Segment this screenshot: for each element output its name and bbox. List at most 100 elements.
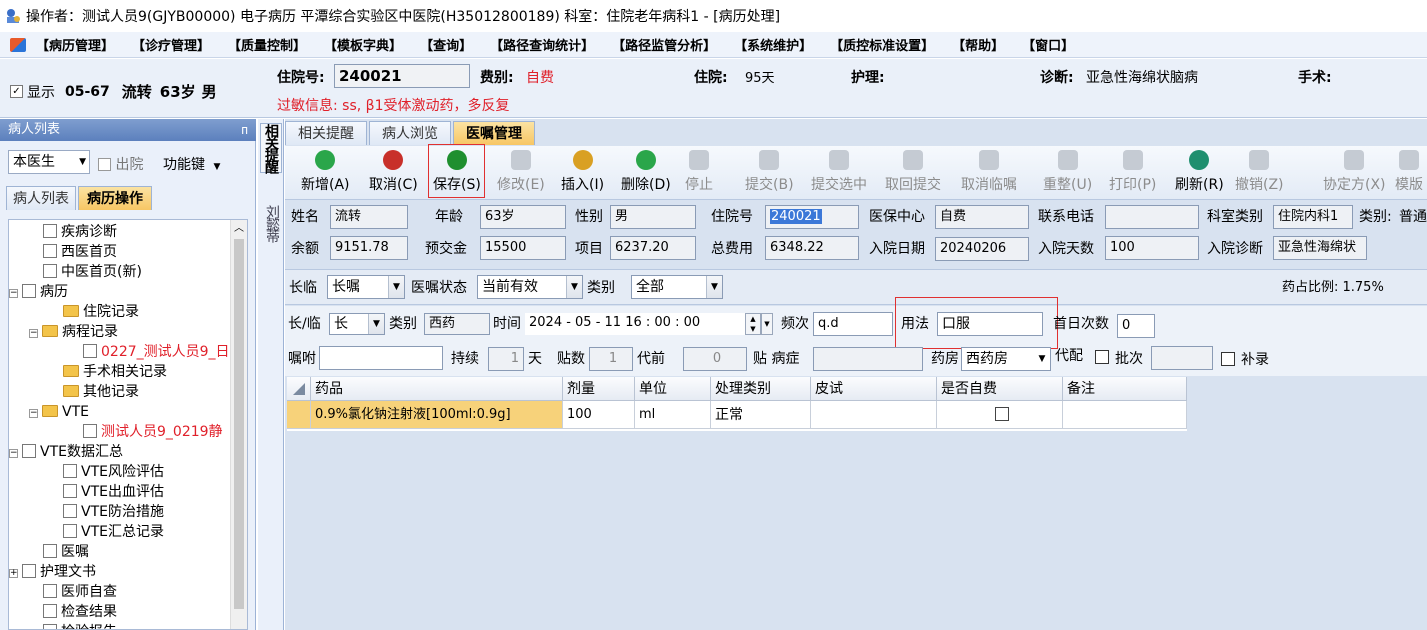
tree-node[interactable]: 医师自查 xyxy=(43,582,117,602)
toolbar-button-7[interactable]: 提交(B) xyxy=(745,150,794,194)
tree-node[interactable]: 检验报告 xyxy=(43,622,117,629)
tab-reminders[interactable]: 相关提醒 xyxy=(285,121,367,145)
tree-node[interactable]: VTE出血评估 xyxy=(63,482,164,502)
collapse-icon[interactable]: − xyxy=(9,289,18,298)
tree-node[interactable]: 0227_测试人员9_日 xyxy=(83,342,230,362)
toolbar-button-6[interactable]: 停止 xyxy=(685,150,713,194)
scrollbar-thumb[interactable] xyxy=(234,239,244,609)
col-unit[interactable]: 单位 xyxy=(635,377,711,401)
menu-item-3[interactable]: 【模板字典】 xyxy=(324,35,402,54)
tree-node[interactable]: 测试人员9_0219静 xyxy=(83,422,223,442)
menu-item-0[interactable]: 【病历管理】 xyxy=(36,35,114,54)
tab-browse[interactable]: 病人浏览 xyxy=(369,121,451,145)
toolbar-button-4[interactable]: 插入(I) xyxy=(561,150,604,194)
time-field[interactable]: 2024 - 05 - 11 16 : 00 : 00 xyxy=(525,313,745,335)
tab-record-ops[interactable]: 病历操作 xyxy=(78,186,152,210)
menu-item-10[interactable]: 【窗口】 xyxy=(1022,35,1074,54)
menu-item-1[interactable]: 【诊疗管理】 xyxy=(132,35,210,54)
pin-icon[interactable]: ᴨ xyxy=(241,119,248,141)
toolbar-button-8[interactable]: 提交选中 xyxy=(811,150,867,194)
tree-node[interactable]: − VTE数据汇总 xyxy=(9,442,123,462)
toolbar-button-12[interactable]: 打印(P) xyxy=(1109,150,1156,194)
vtab-reminder[interactable]: 相关提醒 xyxy=(260,123,282,173)
toolbar-button-13[interactable]: 刷新(R) xyxy=(1175,150,1224,194)
tree-node[interactable]: VTE防治措施 xyxy=(63,502,164,522)
col-skin[interactable]: 皮试 xyxy=(811,377,937,401)
cell-dose[interactable]: 100 xyxy=(563,401,635,429)
note-field[interactable] xyxy=(319,346,443,370)
menu-item-4[interactable]: 【查询】 xyxy=(420,35,472,54)
expand-icon[interactable]: + xyxy=(9,569,18,578)
tree-node[interactable]: 医嘱 xyxy=(43,542,89,562)
tree-scrollbar[interactable]: ︿ xyxy=(230,220,247,629)
decoct-field[interactable]: 0 xyxy=(683,347,747,371)
menu-item-2[interactable]: 【质量控制】 xyxy=(228,35,306,54)
tree-node[interactable]: VTE风险评估 xyxy=(63,462,164,482)
toolbar-button-16[interactable]: 模版 xyxy=(1395,150,1423,194)
status-select[interactable]: 当前有效 ▼ xyxy=(477,275,583,299)
toolbar-button-1[interactable]: 取消(C) xyxy=(369,150,418,194)
discharged-checkbox[interactable]: 出院 xyxy=(98,154,143,174)
cell-self[interactable] xyxy=(937,401,1063,429)
show-checkbox[interactable]: ✓ xyxy=(10,85,23,98)
menu-item-8[interactable]: 【质控标准设置】 xyxy=(830,35,934,54)
toolbar-button-11[interactable]: 重整(U) xyxy=(1043,150,1092,194)
tree-node[interactable]: 其他记录 xyxy=(63,382,139,402)
lt-select[interactable]: 长 ▼ xyxy=(329,313,385,335)
row-selector[interactable] xyxy=(287,401,311,429)
type-select[interactable]: 全部 ▼ xyxy=(631,275,723,299)
toolbar-button-14[interactable]: 撤销(Z) xyxy=(1235,150,1284,194)
col-self[interactable]: 是否自费 xyxy=(937,377,1063,401)
collapse-icon[interactable]: − xyxy=(9,449,18,458)
tree-node[interactable]: 手术相关记录 xyxy=(63,362,167,382)
menu-item-5[interactable]: 【路径查询统计】 xyxy=(490,35,594,54)
vtab-doctor[interactable]: 刘懿蒂 xyxy=(260,205,282,241)
col-note[interactable]: 备注 xyxy=(1063,377,1187,401)
tree-node[interactable]: 检查结果 xyxy=(43,602,117,622)
freq-field[interactable]: q.d xyxy=(813,312,893,336)
toolbar-button-5[interactable]: 删除(D) xyxy=(621,150,671,194)
menu-item-7[interactable]: 【系统维护】 xyxy=(734,35,812,54)
toolbar-button-2[interactable]: 保存(S) xyxy=(433,150,481,194)
tree-node[interactable]: VTE汇总记录 xyxy=(63,522,164,542)
cell-proc[interactable]: 正常 xyxy=(711,401,811,429)
col-proc[interactable]: 处理类别 xyxy=(711,377,811,401)
disease-field[interactable] xyxy=(813,347,923,371)
pharmacy-select[interactable]: 西药房 ▼ xyxy=(961,347,1051,371)
toolbar-button-0[interactable]: 新增(A) xyxy=(301,150,350,194)
collapse-icon[interactable]: − xyxy=(29,329,38,338)
toolbar-button-15[interactable]: 协定方(X) xyxy=(1323,150,1386,194)
tab-orders[interactable]: 医嘱管理 xyxy=(453,121,535,145)
time-spinner[interactable]: ▲ ▼ xyxy=(745,313,761,335)
collapse-icon[interactable]: − xyxy=(29,409,38,418)
cell-note[interactable] xyxy=(1063,401,1187,429)
batch-field[interactable] xyxy=(1151,346,1213,370)
cell-unit[interactable]: ml xyxy=(635,401,711,429)
col-drug[interactable]: 药品 xyxy=(311,377,563,401)
tree-node[interactable]: 住院记录 xyxy=(63,302,139,322)
tab-patient-list[interactable]: 病人列表 xyxy=(6,186,76,210)
batch-checkbox[interactable] xyxy=(1095,350,1109,366)
tree-node[interactable]: 西医首页 xyxy=(43,242,117,262)
tree-node[interactable]: − 病历 xyxy=(9,282,68,302)
tree-node[interactable]: + 护理文书 xyxy=(9,562,96,582)
long-select[interactable]: 长嘱 ▼ xyxy=(327,275,405,299)
chevron-down-icon[interactable]: ▼ xyxy=(761,313,773,335)
duration-field[interactable]: 1 xyxy=(488,347,524,371)
self-pay-checkbox[interactable] xyxy=(994,407,1009,421)
toolbar-button-9[interactable]: 取回提交 xyxy=(885,150,941,194)
menu-item-9[interactable]: 【帮助】 xyxy=(952,35,1004,54)
tree-node[interactable]: 疾病诊断 xyxy=(43,222,117,242)
toolbar-button-3[interactable]: 修改(E) xyxy=(497,150,545,194)
tree-node[interactable]: − VTE xyxy=(29,402,89,422)
toolbar-button-10[interactable]: 取消临嘱 xyxy=(961,150,1017,194)
cell-skin[interactable] xyxy=(811,401,937,429)
tree-node[interactable]: − 病程记录 xyxy=(29,322,118,342)
tree-node[interactable]: 中医首页(新) xyxy=(43,262,142,282)
doctor-select[interactable]: 本医生 ▼ xyxy=(8,150,90,174)
chevron-up-icon[interactable]: ︿ xyxy=(231,220,247,237)
menu-item-6[interactable]: 【路径监管分析】 xyxy=(612,35,716,54)
menu-app-icon[interactable] xyxy=(10,37,26,52)
cell-drug[interactable]: 0.9%氯化钠注射液[100ml:0.9g] xyxy=(311,401,563,429)
function-key-button[interactable]: 功能键 ▼ xyxy=(163,154,220,174)
